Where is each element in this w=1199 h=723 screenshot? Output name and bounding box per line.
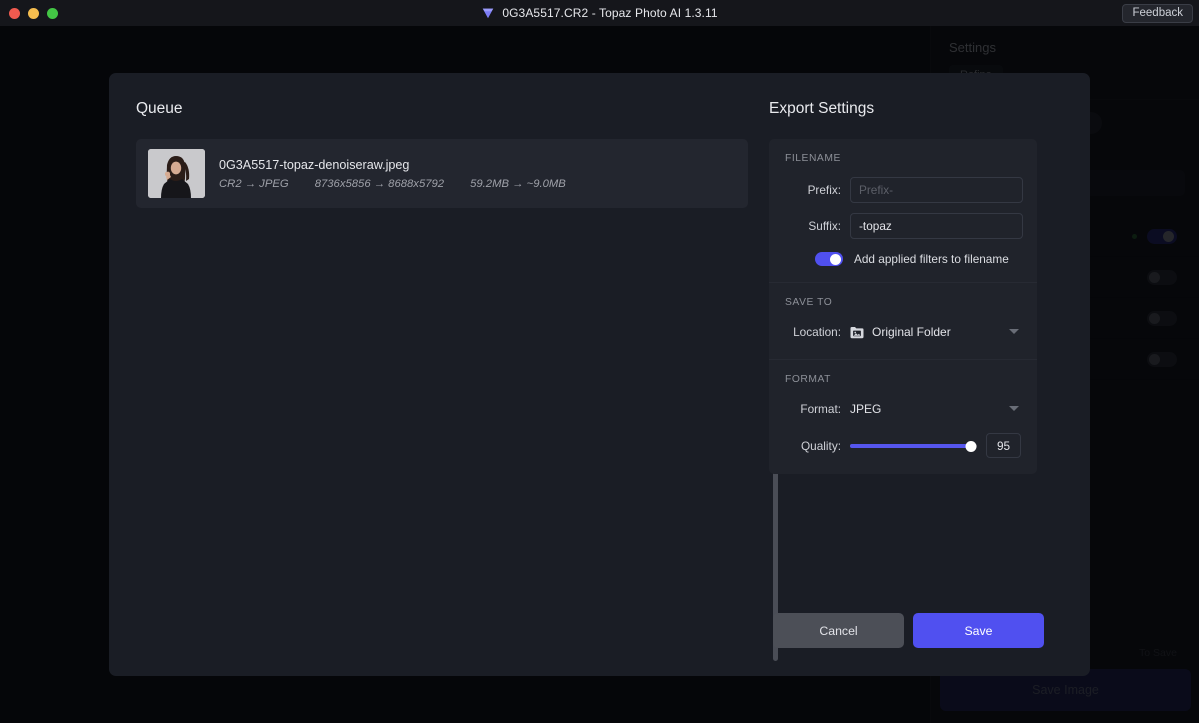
quality-slider[interactable] bbox=[850, 438, 977, 454]
portrait-thumbnail-graphic bbox=[148, 149, 205, 198]
queue-list: 0G3A5517-topaz-denoiseraw.jpeg CR2 → JPE… bbox=[136, 139, 754, 661]
prefix-field-row: Prefix: bbox=[785, 177, 1021, 203]
location-value: Original Folder bbox=[872, 325, 951, 339]
folder-image-icon bbox=[850, 326, 864, 339]
export-settings-panel: Export Settings FILENAME Prefix: Suffix: bbox=[769, 73, 1090, 676]
export-settings-heading: Export Settings bbox=[769, 100, 1090, 118]
format-select[interactable]: JPEG bbox=[850, 398, 1021, 420]
save-button[interactable]: Save bbox=[913, 613, 1044, 648]
filename-section: FILENAME Prefix: Suffix: Add applied fil… bbox=[769, 139, 1037, 282]
cancel-button[interactable]: Cancel bbox=[773, 613, 904, 648]
quality-field-row: Quality: 95 bbox=[785, 433, 1021, 458]
suffix-input[interactable] bbox=[850, 213, 1023, 239]
window-controls bbox=[9, 8, 58, 19]
app-window: Settings Refine Select quality. Settings bbox=[0, 0, 1199, 723]
title-bar: 0G3A5517.CR2 - Topaz Photo AI 1.3.11 Fee… bbox=[0, 0, 1199, 26]
export-dialog: Queue bbox=[109, 73, 1090, 676]
add-filters-toggle-row: Add applied filters to filename bbox=[815, 252, 1021, 266]
close-window-button[interactable] bbox=[9, 8, 20, 19]
queue-item-filesize: 59.2MB → ~9.0MB bbox=[470, 178, 566, 190]
suffix-field-row: Suffix: bbox=[785, 213, 1021, 239]
save-to-section-label: SAVE TO bbox=[785, 297, 1021, 308]
queue-item-conversion: CR2 → JPEG bbox=[219, 178, 289, 190]
chevron-down-icon bbox=[1009, 406, 1019, 411]
filename-section-label: FILENAME bbox=[785, 153, 1021, 164]
quality-slider-knob[interactable] bbox=[965, 441, 976, 452]
queue-item-meta: CR2 → JPEG 8736x5856 → 8688x5792 59.2MB … bbox=[219, 178, 566, 190]
prefix-input[interactable] bbox=[850, 177, 1023, 203]
queue-panel: Queue bbox=[109, 73, 769, 676]
location-select[interactable]: Original Folder bbox=[850, 321, 1021, 343]
location-label: Location: bbox=[785, 325, 841, 339]
thumbnail-image bbox=[148, 149, 205, 198]
export-settings-card: FILENAME Prefix: Suffix: Add applied fil… bbox=[769, 139, 1037, 474]
format-label: Format: bbox=[785, 402, 841, 416]
queue-item-details: 0G3A5517-topaz-denoiseraw.jpeg CR2 → JPE… bbox=[219, 158, 566, 190]
save-to-section: SAVE TO Location: Original Folder bbox=[769, 282, 1037, 359]
topaz-gem-icon bbox=[481, 6, 495, 20]
title-center-group: 0G3A5517.CR2 - Topaz Photo AI 1.3.11 bbox=[0, 0, 1199, 26]
queue-item-dimensions: 8736x5856 → 8688x5792 bbox=[315, 178, 444, 190]
format-section: FORMAT Format: JPEG Quality: bbox=[769, 359, 1037, 474]
dialog-actions: Cancel Save bbox=[773, 613, 1044, 648]
format-value: JPEG bbox=[850, 402, 881, 416]
minimize-window-button[interactable] bbox=[28, 8, 39, 19]
format-section-label: FORMAT bbox=[785, 374, 1021, 385]
quality-value-box[interactable]: 95 bbox=[986, 433, 1021, 458]
format-field-row: Format: JPEG bbox=[785, 398, 1021, 420]
window-title: 0G3A5517.CR2 - Topaz Photo AI 1.3.11 bbox=[502, 6, 717, 20]
chevron-down-icon bbox=[1009, 329, 1019, 334]
prefix-label: Prefix: bbox=[785, 183, 841, 197]
suffix-label: Suffix: bbox=[785, 219, 841, 233]
add-filters-toggle-label: Add applied filters to filename bbox=[854, 252, 1009, 266]
quality-label: Quality: bbox=[785, 439, 841, 453]
feedback-button[interactable]: Feedback bbox=[1122, 4, 1193, 23]
add-filters-toggle[interactable] bbox=[815, 252, 843, 266]
queue-list-item[interactable]: 0G3A5517-topaz-denoiseraw.jpeg CR2 → JPE… bbox=[136, 139, 748, 208]
queue-heading: Queue bbox=[136, 100, 769, 118]
queue-item-filename: 0G3A5517-topaz-denoiseraw.jpeg bbox=[219, 158, 566, 172]
location-field-row: Location: Original Folder bbox=[785, 321, 1021, 343]
zoom-window-button[interactable] bbox=[47, 8, 58, 19]
quality-slider-fill bbox=[850, 444, 971, 448]
